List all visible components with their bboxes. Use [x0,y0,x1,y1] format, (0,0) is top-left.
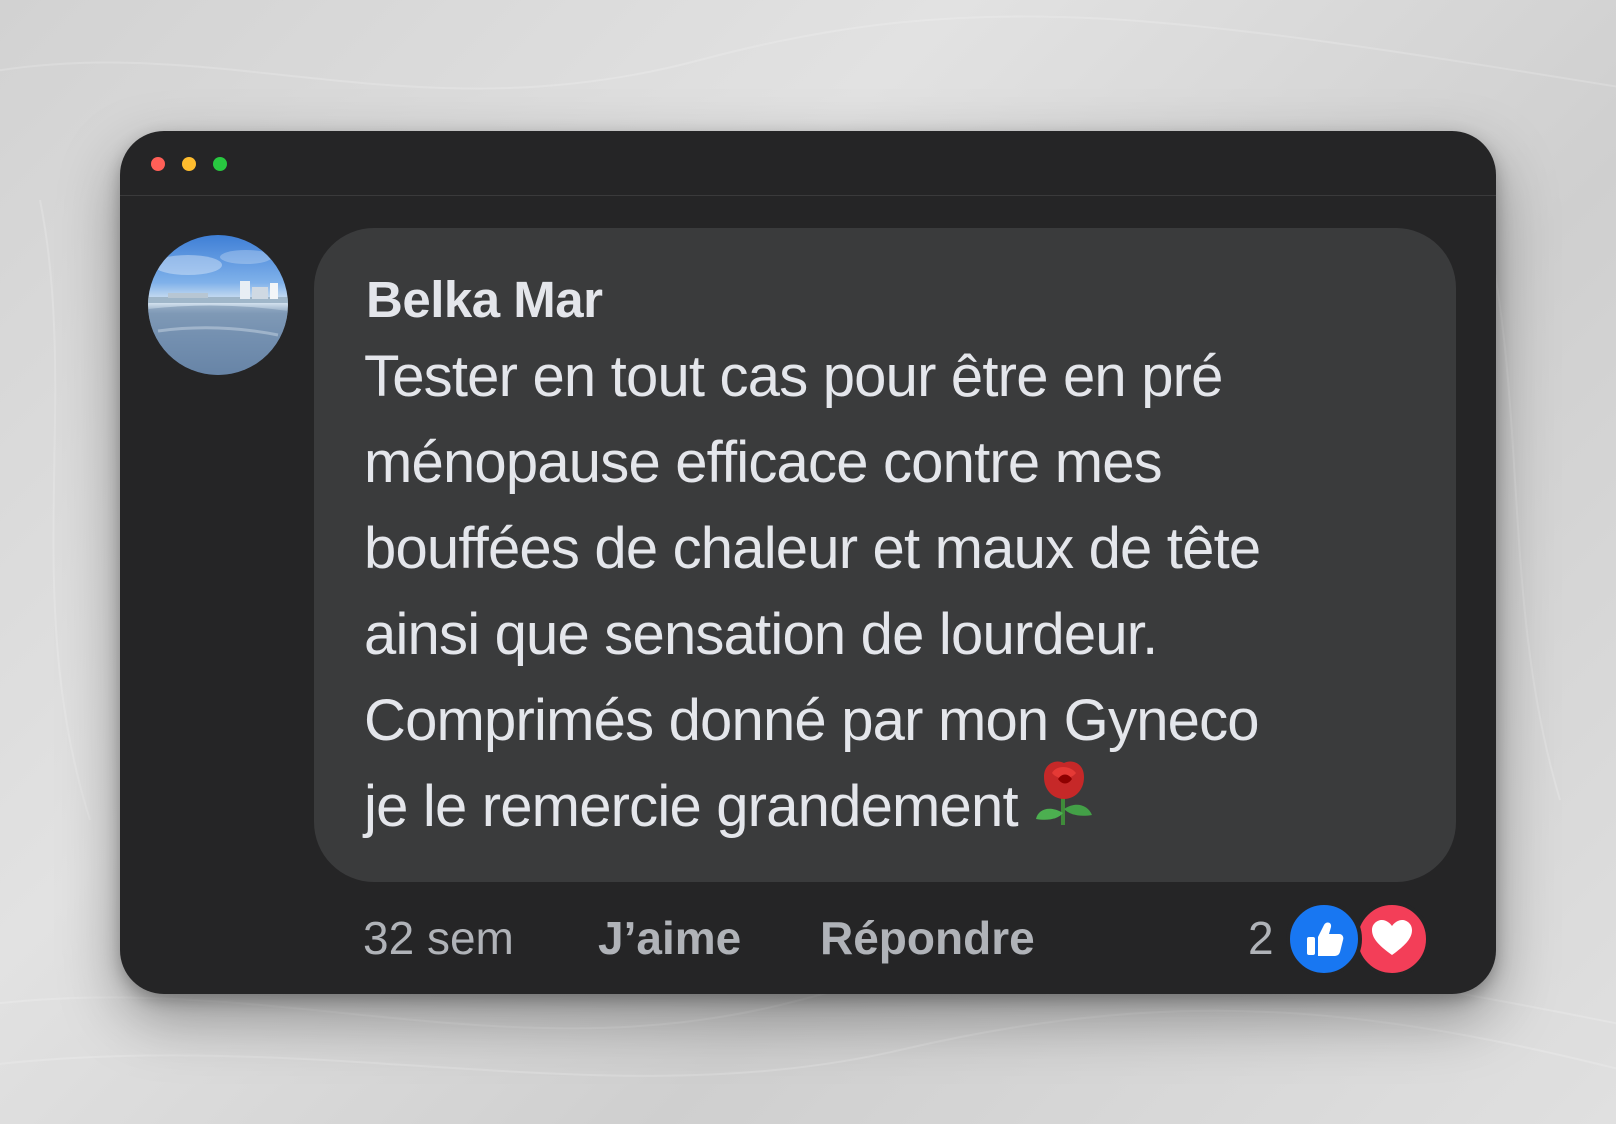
reaction-count: 2 [1248,912,1274,964]
comment-line: bouffées de chaleur et maux de tête [364,516,1261,581]
comment-author-name[interactable]: Belka Mar [366,270,603,329]
comment-timestamp[interactable]: 32 sem [363,911,514,965]
comment-line: Tester en tout cas pour être en pré [364,344,1223,409]
zoom-window-button[interactable] [213,157,227,171]
avatar[interactable] [148,235,288,375]
minimize-window-button[interactable] [182,157,196,171]
window-titlebar [120,131,1496,196]
love-icon [1354,901,1430,977]
reply-button[interactable]: Répondre [820,911,1035,965]
comment-body: Tester en tout cas pour être en pré méno… [364,334,1424,851]
app-window: Belka Mar Tester en tout cas pour être e… [120,131,1496,994]
comment-line: Comprimés donné par mon Gyneco [364,688,1260,753]
comment-last-line: je le remercie grandement [364,761,1424,851]
like-icon [1286,901,1362,977]
avatar-landscape-photo [148,250,288,375]
rose-icon [1030,757,1098,851]
comment-line: ainsi que sensation de lourdeur. [364,602,1158,667]
reactions-summary[interactable]: 2 [1248,895,1448,979]
comment-line: je le remercie grandement [364,774,1019,839]
like-button[interactable]: J’aime [598,911,741,965]
comment-line: ménopause efficace contre mes [364,430,1163,495]
close-window-button[interactable] [151,157,165,171]
comment-bubble: Belka Mar Tester en tout cas pour être e… [314,228,1456,882]
